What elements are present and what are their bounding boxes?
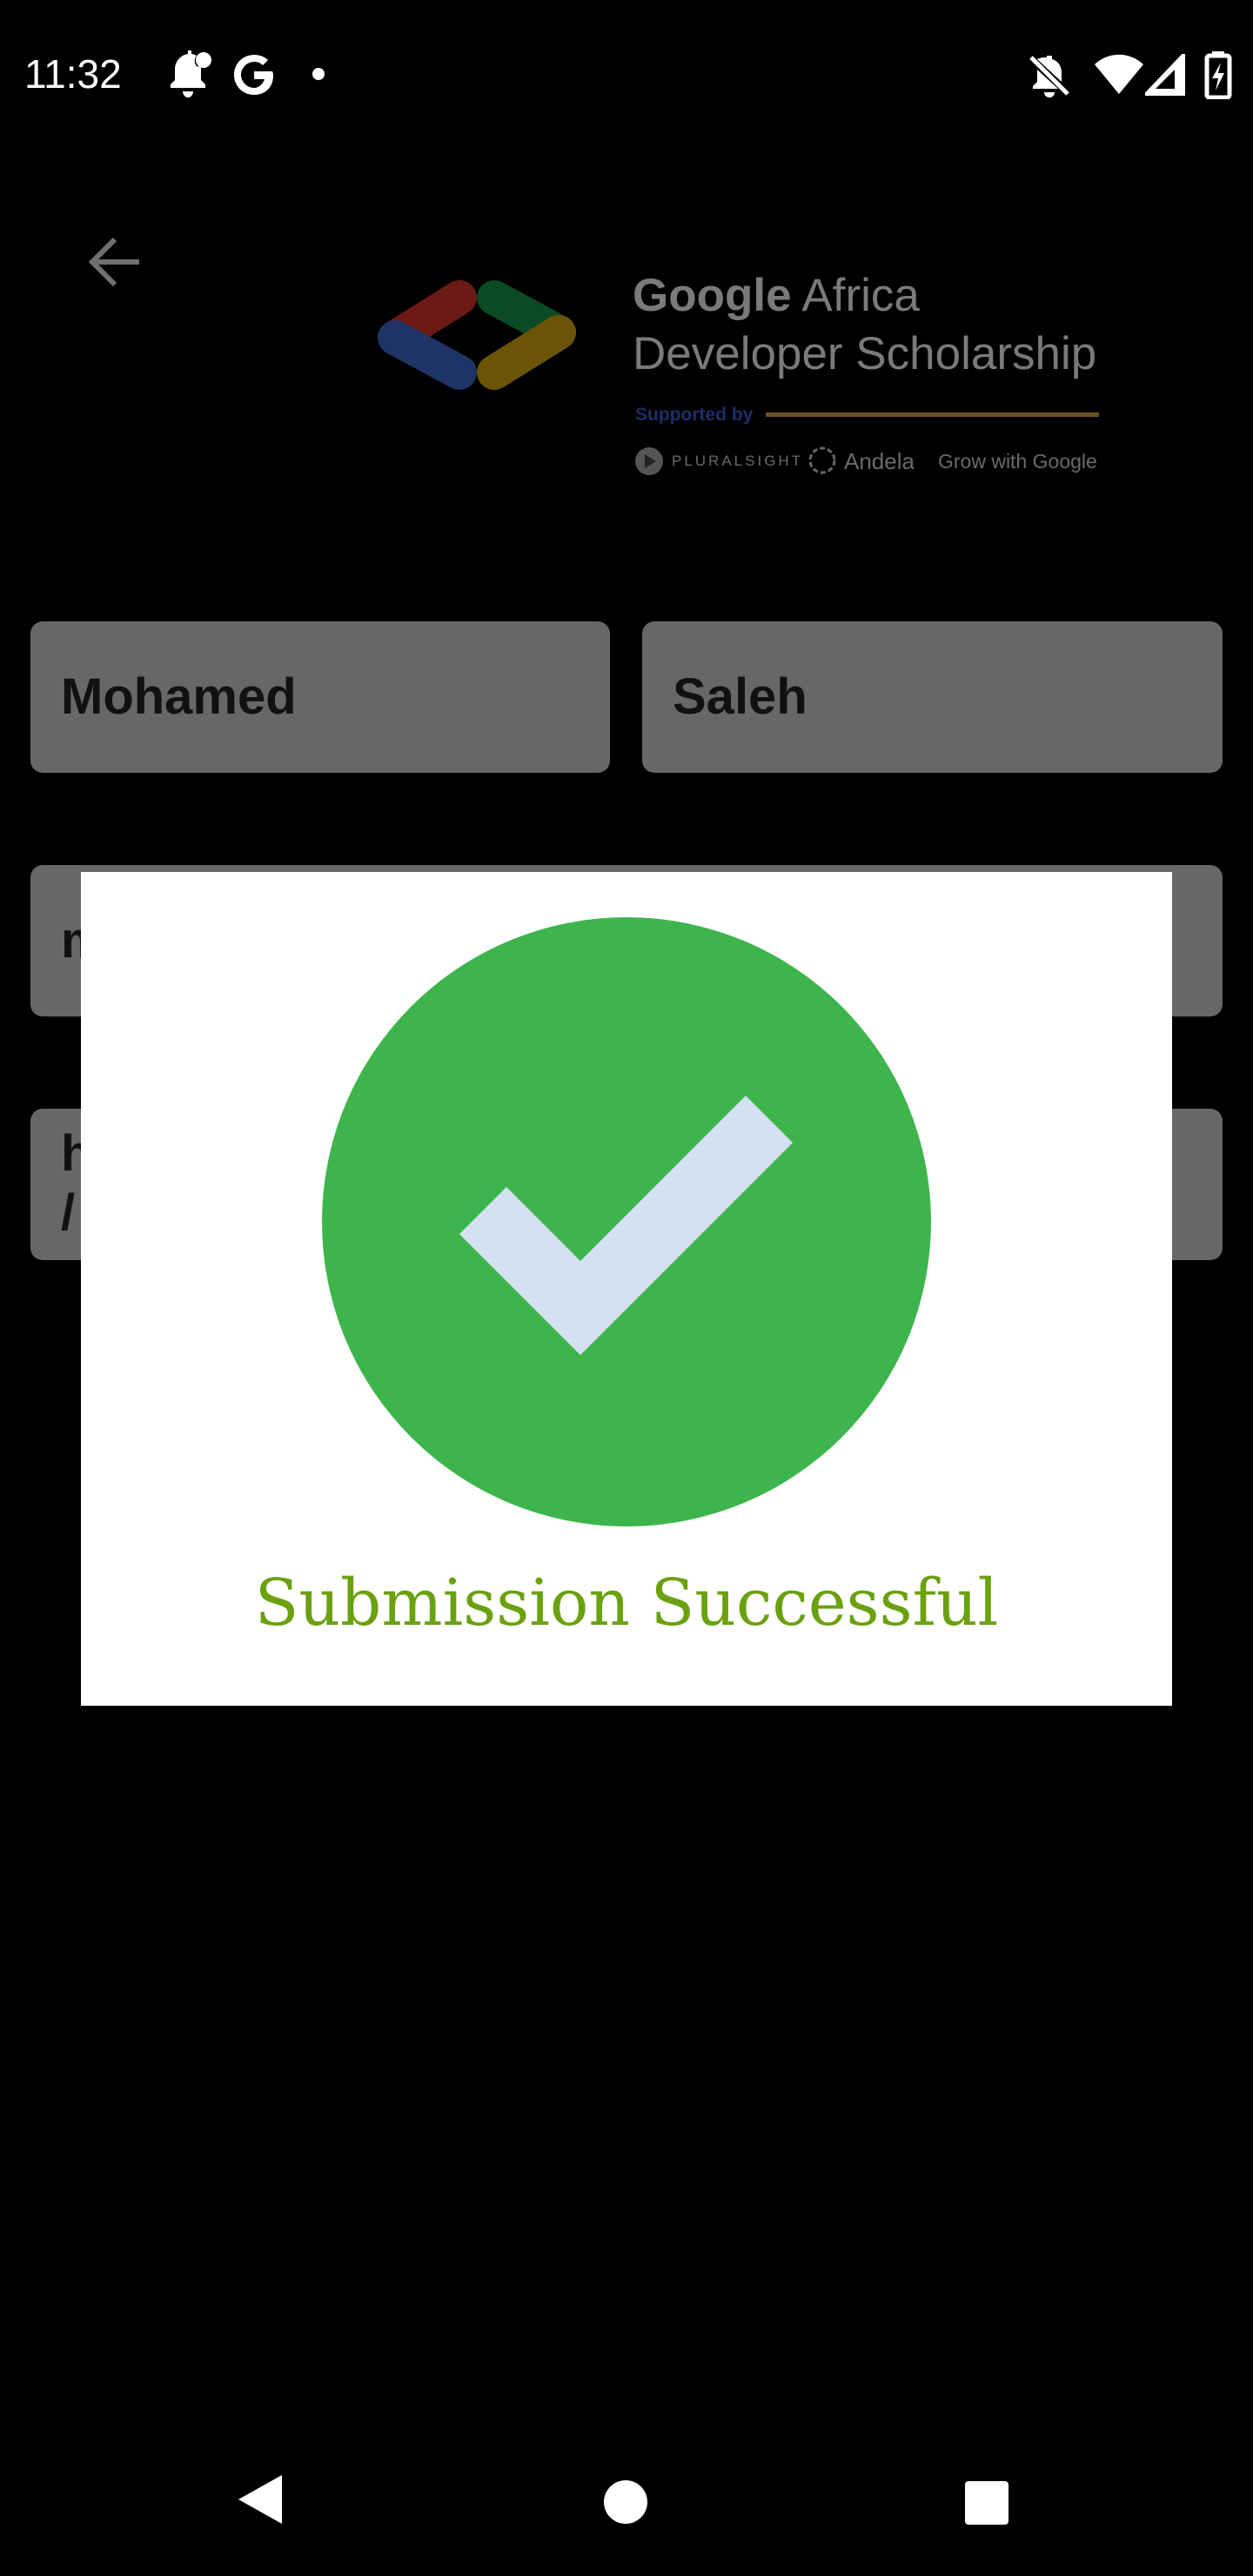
supported-by-label: Supported by [635, 405, 754, 425]
checkmark-icon [459, 1096, 793, 1355]
arrow-left-icon[interactable] [87, 233, 144, 291]
nav-back-icon[interactable] [233, 2472, 285, 2527]
gdg-logo [378, 280, 576, 390]
brand-subtitle: Developer Scholarship [633, 328, 1097, 379]
first-name-field[interactable]: Mohamed [30, 621, 610, 773]
brand-title: Google Africa [633, 265, 920, 326]
partner-grow-with-google: Grow with Google [938, 450, 1097, 473]
success-dialog: Submission Successful [81, 872, 1172, 1706]
andela-logo-icon [808, 446, 836, 474]
supported-divider [766, 413, 1099, 417]
pluralsight-logo-icon [635, 447, 663, 475]
brand-africa: Africa [791, 270, 920, 321]
nav-home-icon[interactable] [602, 2479, 649, 2526]
nav-recents-icon[interactable] [964, 2480, 1009, 2526]
brand-google: Google [633, 270, 792, 321]
success-message: Submission Successful [254, 1566, 999, 1640]
last-name-field[interactable]: Saleh [642, 621, 1223, 773]
partner-andela: Andela [844, 448, 915, 474]
checkmark-circle-icon [322, 917, 931, 1526]
partner-pluralsight: PLURALSIGHT [672, 453, 804, 469]
screen: 11:32 Google Africa Developer Scholarshi… [0, 0, 1253, 2576]
